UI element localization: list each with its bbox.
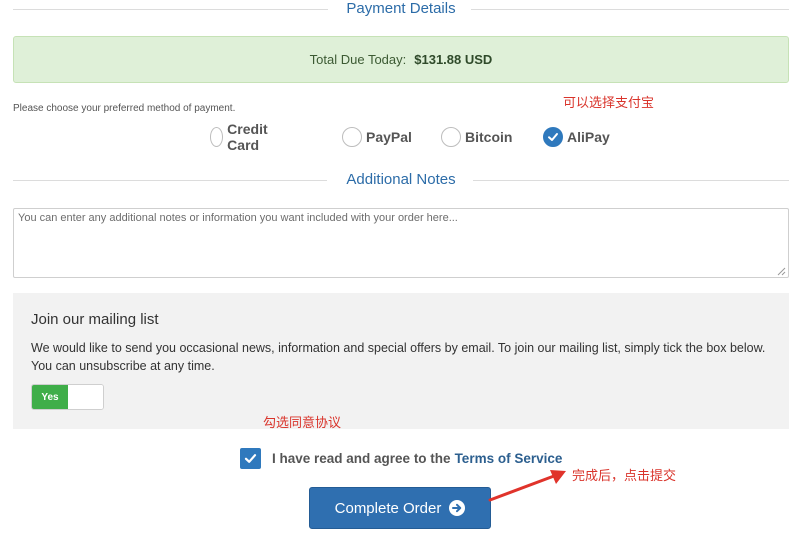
total-due-amount: $131.88 USD bbox=[414, 52, 493, 67]
additional-notes-input[interactable] bbox=[13, 208, 789, 278]
additional-notes-title: Additional Notes bbox=[346, 171, 456, 188]
annotation-submit: 完成后，点击提交 bbox=[572, 469, 677, 484]
total-due-label: Total Due Today: bbox=[309, 52, 407, 67]
toggle-knob bbox=[68, 385, 103, 409]
radio-paypal[interactable] bbox=[342, 127, 362, 147]
payment-option-bitcoin[interactable]: Bitcoin bbox=[441, 125, 512, 149]
additional-notes-header: Additional Notes bbox=[13, 171, 789, 191]
radio-bitcoin[interactable] bbox=[441, 127, 461, 147]
payment-option-label: PayPal bbox=[366, 129, 412, 145]
payment-option-credit-card[interactable]: Credit Card bbox=[210, 121, 274, 153]
payment-details-title: Payment Details bbox=[346, 0, 456, 17]
annotation-agree: 勾选同意协议 bbox=[263, 416, 342, 431]
arrow-circle-right-icon bbox=[449, 500, 466, 516]
total-due-box: Total Due Today: $131.88 USD bbox=[13, 36, 789, 83]
payment-option-label: AliPay bbox=[567, 129, 610, 145]
mailing-list-panel: Join our mailing list We would like to s… bbox=[13, 293, 789, 429]
payment-option-label: Bitcoin bbox=[465, 129, 513, 145]
toggle-yes-label: Yes bbox=[32, 385, 68, 409]
mailing-list-description: We would like to send you occasional new… bbox=[31, 341, 766, 373]
payment-option-paypal[interactable]: PayPal bbox=[342, 125, 412, 149]
payment-details-header: Payment Details bbox=[13, 0, 789, 20]
payment-option-alipay[interactable]: AliPay bbox=[543, 125, 610, 149]
payment-option-label: Credit Card bbox=[227, 121, 268, 153]
complete-order-label: Complete Order bbox=[334, 499, 442, 517]
annotation-alipay: 可以选择支付宝 bbox=[563, 96, 655, 111]
checkmark-icon bbox=[548, 133, 558, 141]
annotation-arrow-icon bbox=[488, 470, 566, 502]
radio-credit-card[interactable] bbox=[210, 127, 224, 147]
checkmark-icon bbox=[244, 453, 257, 463]
complete-order-button[interactable]: Complete Order bbox=[309, 487, 491, 529]
terms-agree-text: I have read and agree to the bbox=[272, 450, 451, 466]
mailing-list-heading: Join our mailing list bbox=[31, 311, 159, 328]
radio-alipay[interactable] bbox=[543, 127, 563, 147]
payment-method-prompt: Please choose your preferred method of p… bbox=[13, 103, 236, 114]
mailing-list-toggle[interactable]: Yes bbox=[31, 384, 104, 410]
terms-agree-checkbox[interactable] bbox=[240, 447, 261, 469]
